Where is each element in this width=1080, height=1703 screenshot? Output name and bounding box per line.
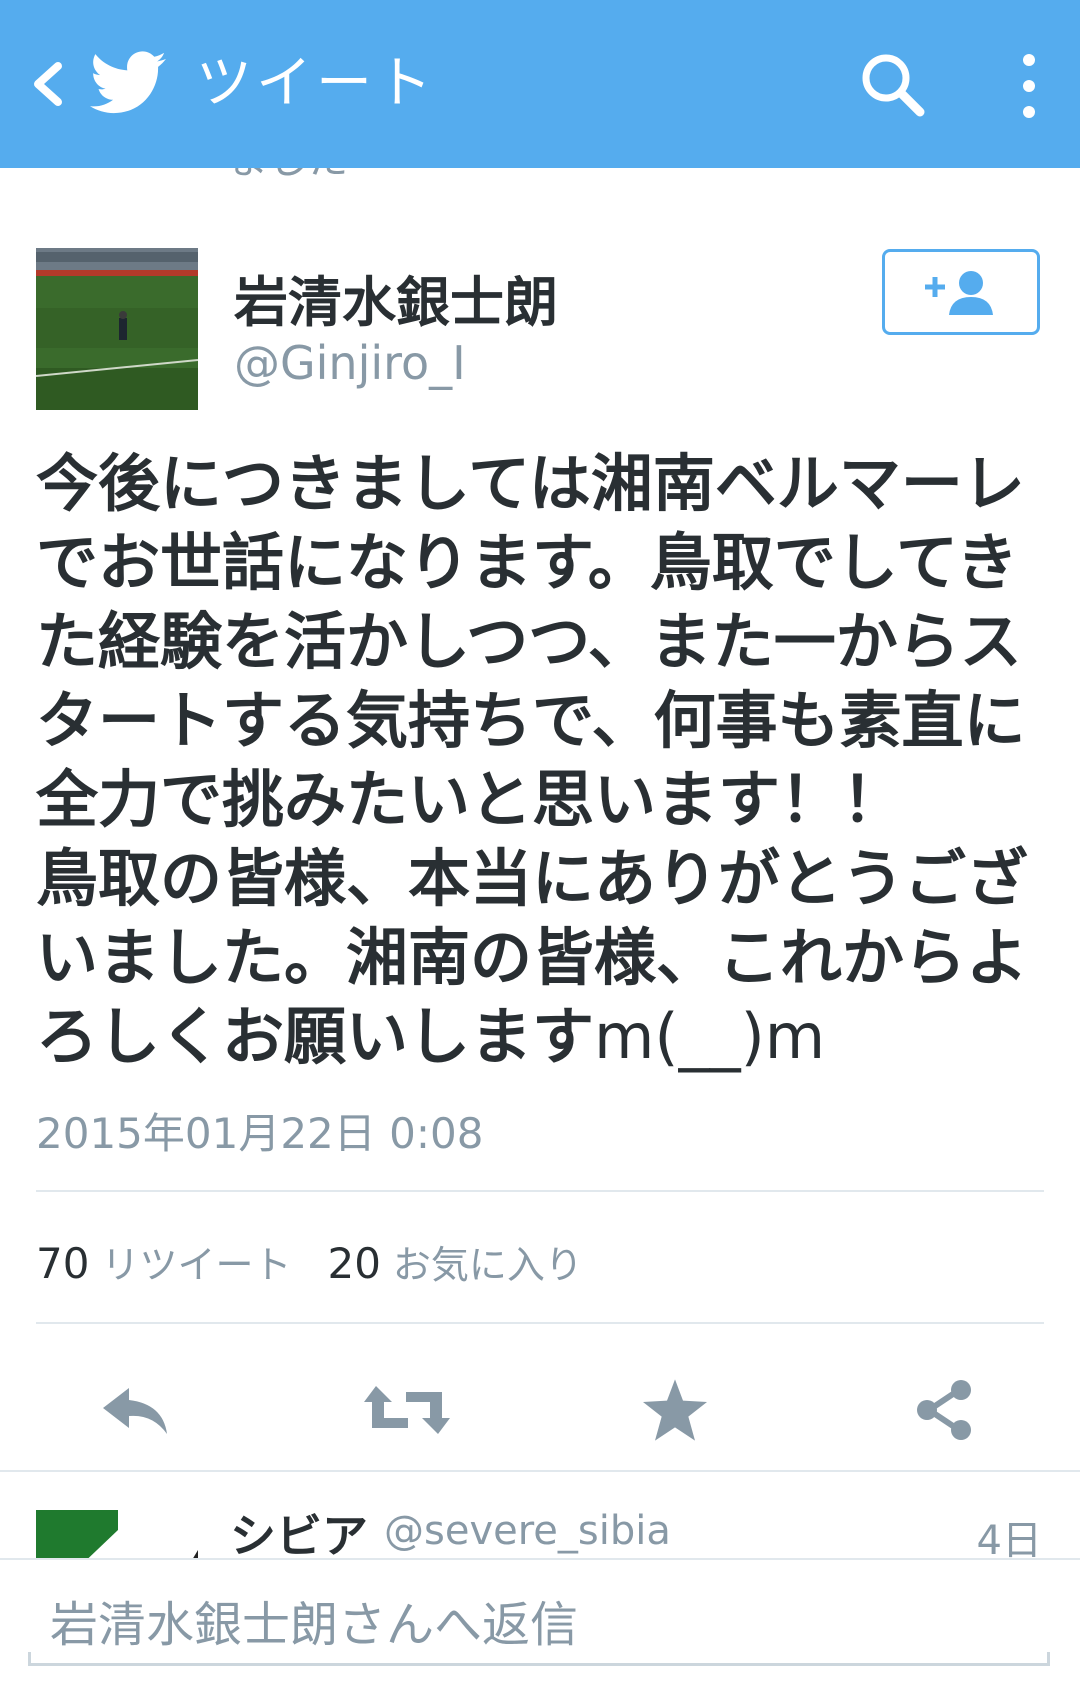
avatar[interactable]: [36, 248, 198, 410]
retweet-icon[interactable]: [362, 1370, 452, 1450]
retweet-stat[interactable]: 70 リツイート: [36, 1239, 291, 1288]
reply-item[interactable]: シビア @severe_sibia 4日: [0, 1472, 1080, 1560]
tweet-stats: 70 リツイート 20 お気に入り: [36, 1234, 583, 1289]
author-name[interactable]: 岩清水銀士朗: [234, 258, 558, 337]
follow-button[interactable]: [882, 249, 1040, 335]
reply-input[interactable]: 岩清水銀士朗さんへ返信: [28, 1590, 1050, 1666]
reply-composer: 岩清水銀士朗さんへ返信: [0, 1558, 1080, 1703]
app-bar: ツイート: [0, 0, 1080, 168]
author-handle[interactable]: @Ginjiro_I: [234, 336, 466, 390]
add-user-icon: [925, 271, 993, 315]
reply-author-name: シビア: [230, 1509, 368, 1560]
favorite-star-icon[interactable]: [630, 1370, 720, 1450]
search-icon[interactable]: [858, 50, 930, 122]
reply-author-handle: @severe_sibia: [384, 1508, 671, 1554]
share-icon[interactable]: [900, 1370, 990, 1450]
back-icon[interactable]: [18, 52, 78, 116]
reply-icon[interactable]: [90, 1370, 180, 1450]
favorite-stat[interactable]: 20 お気に入り: [327, 1239, 582, 1288]
more-vert-icon[interactable]: [1004, 48, 1054, 124]
page-title: ツイート: [196, 51, 436, 116]
twitter-bird-icon: [90, 50, 166, 116]
divider: [36, 1190, 1044, 1192]
tweet-text: 今後につきましては湘南ベルマーレでお世話になります。鳥取でしてきた経験を活かしつ…: [36, 447, 1029, 1073]
avatar[interactable]: [36, 1510, 198, 1560]
tweet-actions: [0, 1360, 1080, 1470]
tweet-timestamp: 2015年01月22日 0:08: [36, 1109, 484, 1158]
divider: [36, 1322, 1044, 1324]
reply-timestamp: 4日: [976, 1518, 1042, 1560]
